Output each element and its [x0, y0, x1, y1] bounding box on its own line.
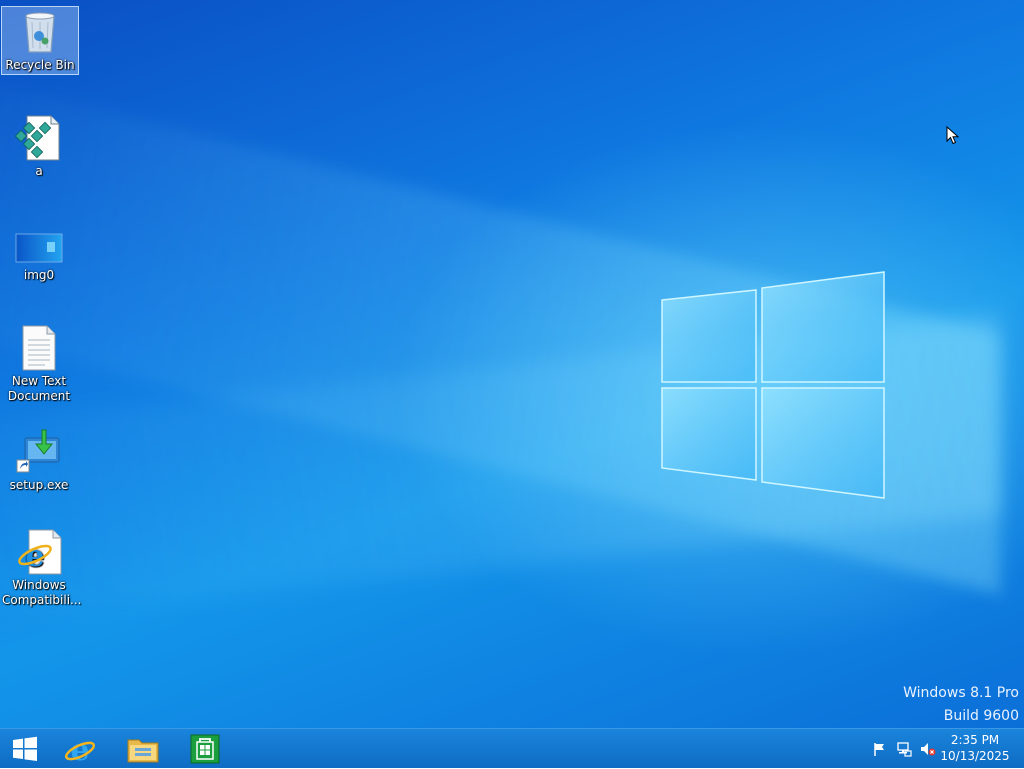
- desktop-icon-label: a: [35, 164, 43, 178]
- clock-date: 10/13/2025: [940, 749, 1010, 763]
- edition-name: Windows 8.1 Pro: [903, 685, 1019, 701]
- internet-explorer-icon: e: [64, 733, 96, 766]
- system-tray: 2:35 PM 10/13/2025: [864, 729, 1024, 769]
- desktop-icon-setup-exe[interactable]: setup.exe: [1, 424, 77, 493]
- taskbar-file-explorer-button[interactable]: [118, 729, 168, 769]
- network-icon[interactable]: [896, 741, 912, 757]
- desktop-icon-recycle-bin[interactable]: Recycle Bin: [1, 6, 79, 75]
- start-button[interactable]: [0, 729, 50, 769]
- text-document-icon: [15, 324, 63, 372]
- volume-muted-icon[interactable]: [920, 741, 936, 757]
- desktop-icon-label: New Text Document: [7, 374, 71, 403]
- desktop-icon-label: Windows Compatibili...: [2, 578, 82, 607]
- desktop-icon-label: img0: [23, 268, 55, 282]
- windows-store-icon: [190, 734, 220, 764]
- taskbar-clock[interactable]: 2:35 PM 10/13/2025: [940, 732, 1010, 764]
- desktop-icon-label: setup.exe: [9, 478, 69, 492]
- internet-explorer-file-icon: e: [15, 528, 63, 576]
- image-file-icon: [15, 226, 63, 266]
- mouse-pointer-icon: [946, 125, 960, 146]
- desktop-icon-label: Recycle Bin: [5, 58, 75, 72]
- taskbar-store-button[interactable]: [180, 729, 230, 769]
- desktop-icon-new-text-document[interactable]: New Text Document: [1, 320, 77, 404]
- desktop-icon-a[interactable]: a: [1, 110, 77, 179]
- script-file-icon: [14, 114, 63, 162]
- installer-shortcut-icon: [15, 428, 63, 476]
- file-explorer-icon: [127, 739, 159, 763]
- taskbar: e 2:35 PM 10/13/2025: [0, 728, 1024, 768]
- recycle-bin-icon: [16, 8, 64, 56]
- desktop-icon-img0[interactable]: img0: [1, 222, 77, 283]
- action-center-flag-icon[interactable]: [872, 741, 888, 757]
- windows-start-icon: [13, 736, 37, 761]
- desktop-icon-windows-compatibility[interactable]: e Windows Compatibili...: [1, 524, 82, 608]
- svg-text:e: e: [25, 539, 44, 574]
- clock-time: 2:35 PM: [950, 733, 1000, 747]
- desktop[interactable]: Recycle Bin a img0 New Text Document set…: [0, 0, 1024, 728]
- taskbar-internet-explorer-button[interactable]: e: [55, 729, 105, 769]
- build-number: Build 9600: [943, 708, 1019, 724]
- windows-logo-wallpaper: [658, 268, 888, 500]
- edition-watermark: Windows 8.1 Pro Build 9600: [903, 682, 1019, 728]
